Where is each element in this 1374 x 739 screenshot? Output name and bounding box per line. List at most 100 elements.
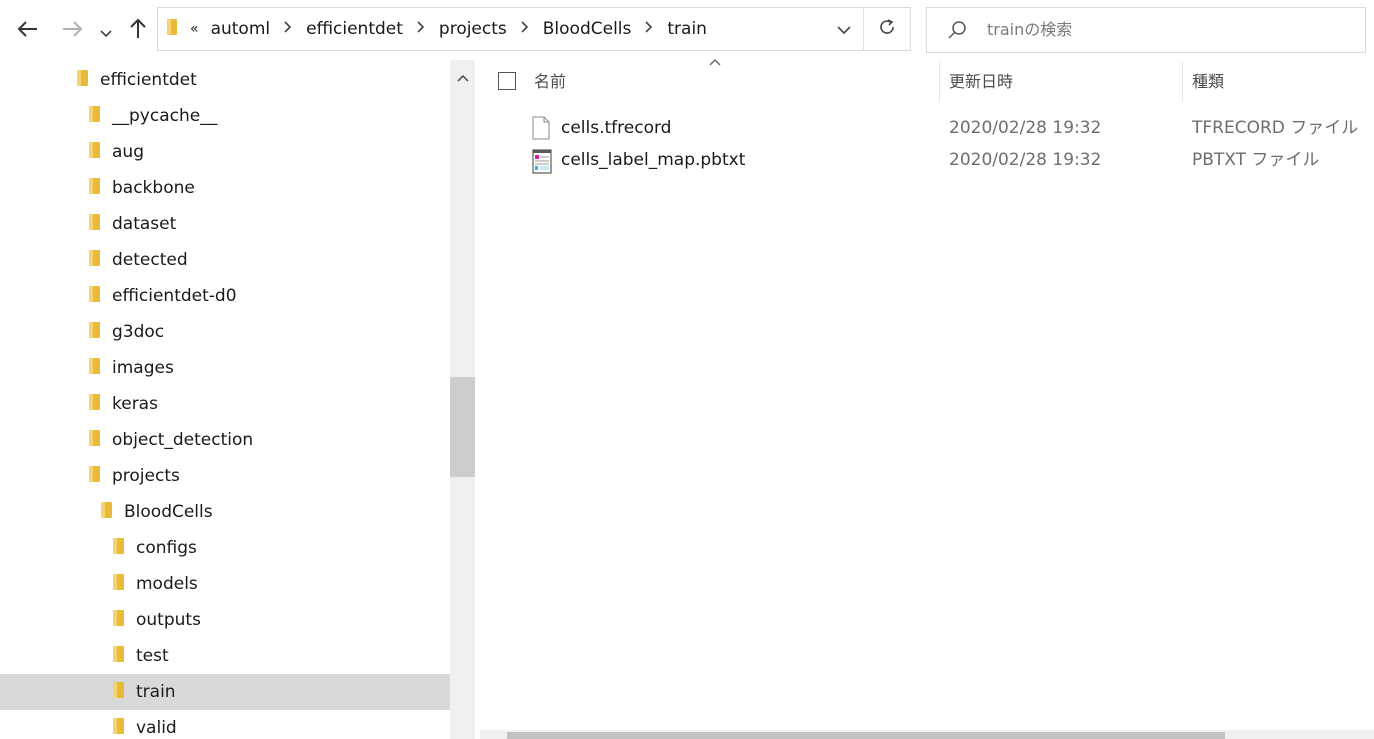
tree-item-label: configs	[136, 538, 197, 558]
tree-item[interactable]: images	[86, 350, 174, 386]
chevron-right-icon[interactable]	[637, 21, 661, 37]
tree-item[interactable]: dataset	[86, 206, 176, 242]
refresh-button[interactable]	[864, 8, 910, 50]
tree-item[interactable]: keras	[86, 386, 158, 422]
address-bar[interactable]: « automl efficientdet projects BloodCell…	[157, 7, 911, 51]
folder-icon	[74, 68, 90, 93]
folder-icon	[86, 464, 102, 489]
tree-item-label: efficientdet-d0	[112, 286, 237, 306]
back-arrow-icon	[17, 19, 39, 43]
column-type[interactable]: 種類	[1192, 60, 1224, 104]
file-name[interactable]: cells.tfrecord	[561, 112, 671, 144]
folder-icon	[98, 500, 114, 525]
sort-ascending-icon	[709, 54, 721, 70]
forward-arrow-icon	[61, 19, 83, 43]
horizontal-scrollbar[interactable]	[480, 730, 1374, 739]
tree-item[interactable]: efficientdet	[74, 62, 197, 98]
up-button[interactable]	[124, 16, 152, 46]
tree-item-label: keras	[112, 394, 158, 414]
folder-icon	[86, 392, 102, 417]
tree-item-label: models	[136, 574, 198, 594]
column-name[interactable]: 名前	[534, 60, 566, 104]
folder-icon	[86, 104, 102, 129]
search-placeholder: trainの検索	[987, 20, 1073, 39]
column-divider[interactable]	[939, 62, 940, 102]
toolbar: « automl efficientdet projects BloodCell…	[0, 0, 1374, 60]
tree-item-label: object_detection	[112, 430, 254, 450]
refresh-icon	[878, 17, 896, 41]
tree-item[interactable]: configs	[110, 530, 197, 566]
folder-icon	[86, 284, 102, 309]
breadcrumb-train[interactable]: train	[661, 19, 713, 39]
tree-item[interactable]: valid	[110, 710, 177, 739]
tree-item-label: detected	[112, 250, 188, 270]
forward-button[interactable]	[58, 16, 86, 46]
scrollbar-thumb[interactable]	[450, 377, 475, 477]
folder-icon	[86, 428, 102, 453]
tree-item[interactable]: detected	[86, 242, 188, 278]
file-row[interactable]: cells.tfrecord 2020/02/28 19:32 TFRECORD…	[480, 112, 1374, 144]
file-type: PBTXT ファイル	[1192, 150, 1320, 170]
breadcrumb: « automl efficientdet projects BloodCell…	[158, 8, 713, 50]
chevron-up-icon	[456, 67, 469, 86]
navigation-pane: efficientdet __pycache__aug backbone datase…	[0, 60, 450, 739]
scroll-up-button[interactable]	[450, 64, 475, 88]
column-divider[interactable]	[1182, 62, 1183, 102]
breadcrumb-automl[interactable]: automl	[205, 19, 277, 39]
tree-item-label: images	[112, 358, 174, 378]
search-box[interactable]: trainの検索	[926, 7, 1366, 53]
tree-item[interactable]: test	[110, 638, 169, 674]
folder-icon	[110, 644, 126, 669]
file-type: TFRECORD ファイル	[1192, 118, 1359, 138]
file-name[interactable]: cells_label_map.pbtxt	[561, 144, 745, 176]
tree-item-label: projects	[112, 466, 180, 486]
chevron-down-icon	[100, 19, 112, 43]
tree-item-label: valid	[136, 718, 177, 738]
folder-icon	[110, 608, 126, 633]
tree-item-label: efficientdet	[100, 70, 197, 90]
tree-item[interactable]: models	[110, 566, 198, 602]
chevron-right-icon[interactable]	[276, 21, 300, 37]
tree-item-label: BloodCells	[124, 502, 213, 522]
tree-item[interactable]: __pycache__	[86, 98, 217, 134]
navigation-scrollbar[interactable]	[450, 60, 475, 739]
file-list-pane: 名前 更新日時 種類 cells.tfrecord 2020/02/28 19:…	[480, 59, 1374, 739]
select-all-checkbox[interactable]	[498, 72, 516, 90]
tree-item-label: train	[136, 682, 176, 702]
tree-item[interactable]: outputs	[110, 602, 201, 638]
breadcrumb-projects[interactable]: projects	[433, 19, 513, 39]
tree-item-label: aug	[112, 142, 144, 162]
breadcrumb-bloodcells[interactable]: BloodCells	[537, 19, 638, 39]
chevron-down-icon	[837, 20, 851, 39]
recent-locations-button[interactable]	[93, 16, 119, 46]
chevron-right-icon[interactable]	[409, 21, 433, 37]
up-arrow-icon	[129, 18, 147, 45]
folder-icon	[86, 176, 102, 201]
tree-item[interactable]: aug	[86, 134, 144, 170]
scrollbar-thumb[interactable]	[507, 732, 1225, 739]
tree-item[interactable]: train	[0, 674, 450, 710]
tree-item[interactable]: object_detection	[86, 422, 253, 458]
column-modified[interactable]: 更新日時	[949, 60, 1013, 104]
tree-item[interactable]: backbone	[86, 170, 195, 206]
folder-icon	[86, 248, 102, 273]
breadcrumb-efficientdet[interactable]: efficientdet	[300, 19, 409, 39]
tree-item[interactable]: efficientdet-d0	[86, 278, 237, 314]
tree-item[interactable]: BloodCells	[98, 494, 213, 530]
back-button[interactable]	[14, 16, 42, 46]
tree-item[interactable]: g3doc	[86, 314, 164, 350]
folder-icon	[86, 356, 102, 381]
file-modified: 2020/02/28 19:32	[949, 150, 1102, 170]
address-dropdown-button[interactable]	[826, 8, 862, 50]
folder-icon	[110, 680, 126, 705]
column-header: 名前 更新日時 種類	[480, 59, 1374, 104]
breadcrumb-overflow[interactable]: «	[184, 21, 205, 37]
folder-icon	[166, 18, 178, 41]
tree-item-label: outputs	[136, 610, 201, 630]
notepad-file-icon	[532, 148, 552, 179]
tree-item-label: __pycache__	[112, 106, 218, 126]
tree-item[interactable]: projects	[86, 458, 180, 494]
blank-file-icon	[532, 116, 550, 145]
chevron-right-icon[interactable]	[513, 21, 537, 37]
file-row[interactable]: cells_label_map.pbtxt 2020/02/28 19:32 P…	[480, 144, 1374, 176]
